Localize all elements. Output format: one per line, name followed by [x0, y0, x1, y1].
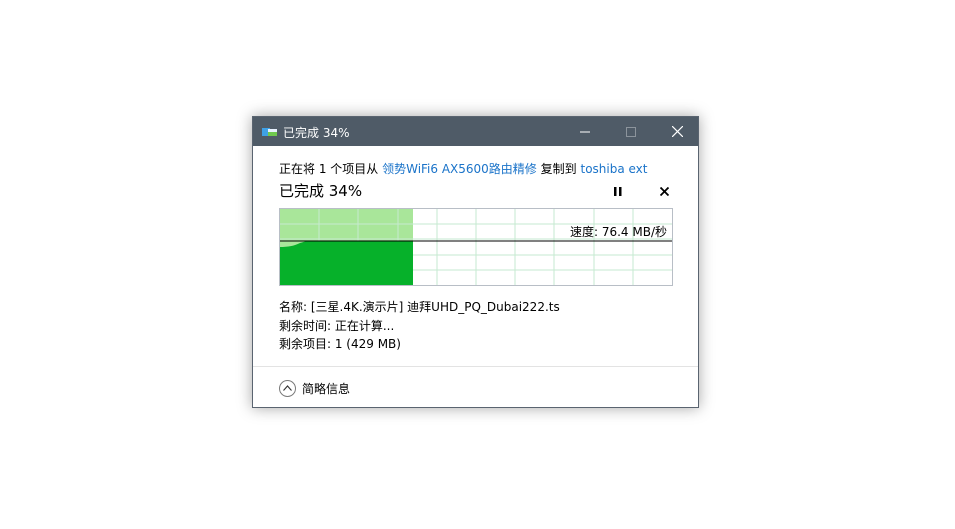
close-button[interactable]: [654, 117, 700, 146]
maximize-button[interactable]: [608, 117, 654, 146]
close-icon: [671, 126, 683, 137]
stop-button[interactable]: [655, 183, 673, 199]
title-bar[interactable]: 已完成 34%: [253, 117, 698, 146]
copy-progress-dialog: 已完成 34% 正在将 1 个项目从 领势WiFi6 AX5600路由精修 复制…: [252, 116, 699, 408]
window-title: 已完成 34%: [283, 126, 350, 140]
transfer-speed-graph: 速度: 76.4 MB/秒: [279, 208, 673, 286]
copy-description: 正在将 1 个项目从 领势WiFi6 AX5600路由精修 复制到 toshib…: [279, 160, 648, 177]
fewer-details-label: 简略信息: [302, 381, 351, 396]
copy-prefix: 正在将 1 个项目从: [279, 162, 379, 176]
speed-graph-canvas: [280, 209, 672, 285]
copy-middle: 复制到: [540, 162, 577, 176]
items-remaining: 剩余项目: 1 (429 MB): [279, 337, 401, 351]
progress-heading: 已完成 34%: [279, 182, 363, 200]
time-remaining: 剩余时间: 正在计算...: [279, 319, 395, 333]
fewer-details-toggle[interactable]: 简略信息: [279, 378, 350, 398]
speed-area: [280, 241, 413, 285]
maximize-icon: [626, 126, 636, 137]
minimize-icon: [580, 131, 590, 132]
file-name: 名称: [三星.4K.演示片] 迪拜UHD_PQ_Dubai222.ts: [279, 300, 560, 314]
copy-files-icon: [262, 126, 277, 136]
minimize-button[interactable]: [562, 117, 608, 146]
source-link[interactable]: 领势WiFi6 AX5600路由精修: [382, 162, 537, 176]
chevron-up-icon: [279, 379, 296, 397]
destination-link[interactable]: toshiba ext: [580, 162, 647, 176]
pause-icon: [614, 186, 622, 196]
close-icon: [659, 186, 669, 196]
speed-label: 速度: 76.4 MB/秒: [569, 225, 667, 239]
divider: [253, 366, 698, 367]
pause-button[interactable]: [609, 183, 627, 199]
